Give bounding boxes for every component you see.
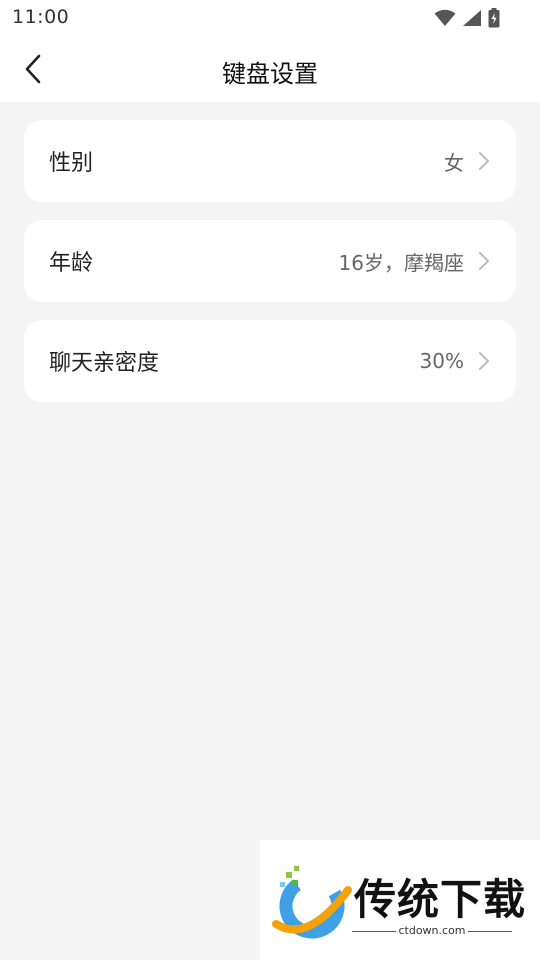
ctdown-logo-icon: [272, 866, 352, 939]
setting-age[interactable]: 年龄 16岁，摩羯座: [24, 220, 516, 302]
setting-gender[interactable]: 性别 女: [24, 120, 516, 202]
chevron-right-icon: [479, 252, 489, 270]
battery-icon: [488, 8, 500, 28]
setting-right: 女: [444, 147, 490, 176]
watermark-brand: 传统下载: [354, 875, 527, 924]
app-bar: 键盘设置: [0, 36, 540, 102]
watermark: 传统下载 ctdown.com: [260, 840, 540, 960]
setting-value: 30%: [419, 349, 464, 373]
status-bar: 11:00: [0, 0, 540, 36]
status-icons: [434, 7, 500, 29]
chevron-right-icon: [479, 152, 489, 170]
setting-right: 16岁，摩羯座: [339, 247, 490, 276]
setting-label: 年龄: [49, 251, 94, 276]
settings-list: 性别 女 年龄 16岁，摩羯座 聊天亲密度 30%: [24, 120, 516, 420]
setting-right: 30%: [420, 349, 490, 373]
chevron-right-icon: [479, 352, 489, 370]
setting-value: 16岁，摩羯座: [338, 250, 464, 275]
wifi-icon: [434, 9, 456, 26]
divider: [468, 931, 512, 932]
signal-icon: [463, 10, 481, 26]
status-time: 11:00: [12, 6, 70, 28]
setting-label: 聊天亲密度: [49, 351, 160, 376]
setting-label: 性别: [49, 151, 94, 176]
setting-chat-intimacy[interactable]: 聊天亲密度 30%: [24, 320, 516, 402]
page-title: 键盘设置: [222, 60, 318, 88]
setting-value: 女: [444, 150, 464, 175]
